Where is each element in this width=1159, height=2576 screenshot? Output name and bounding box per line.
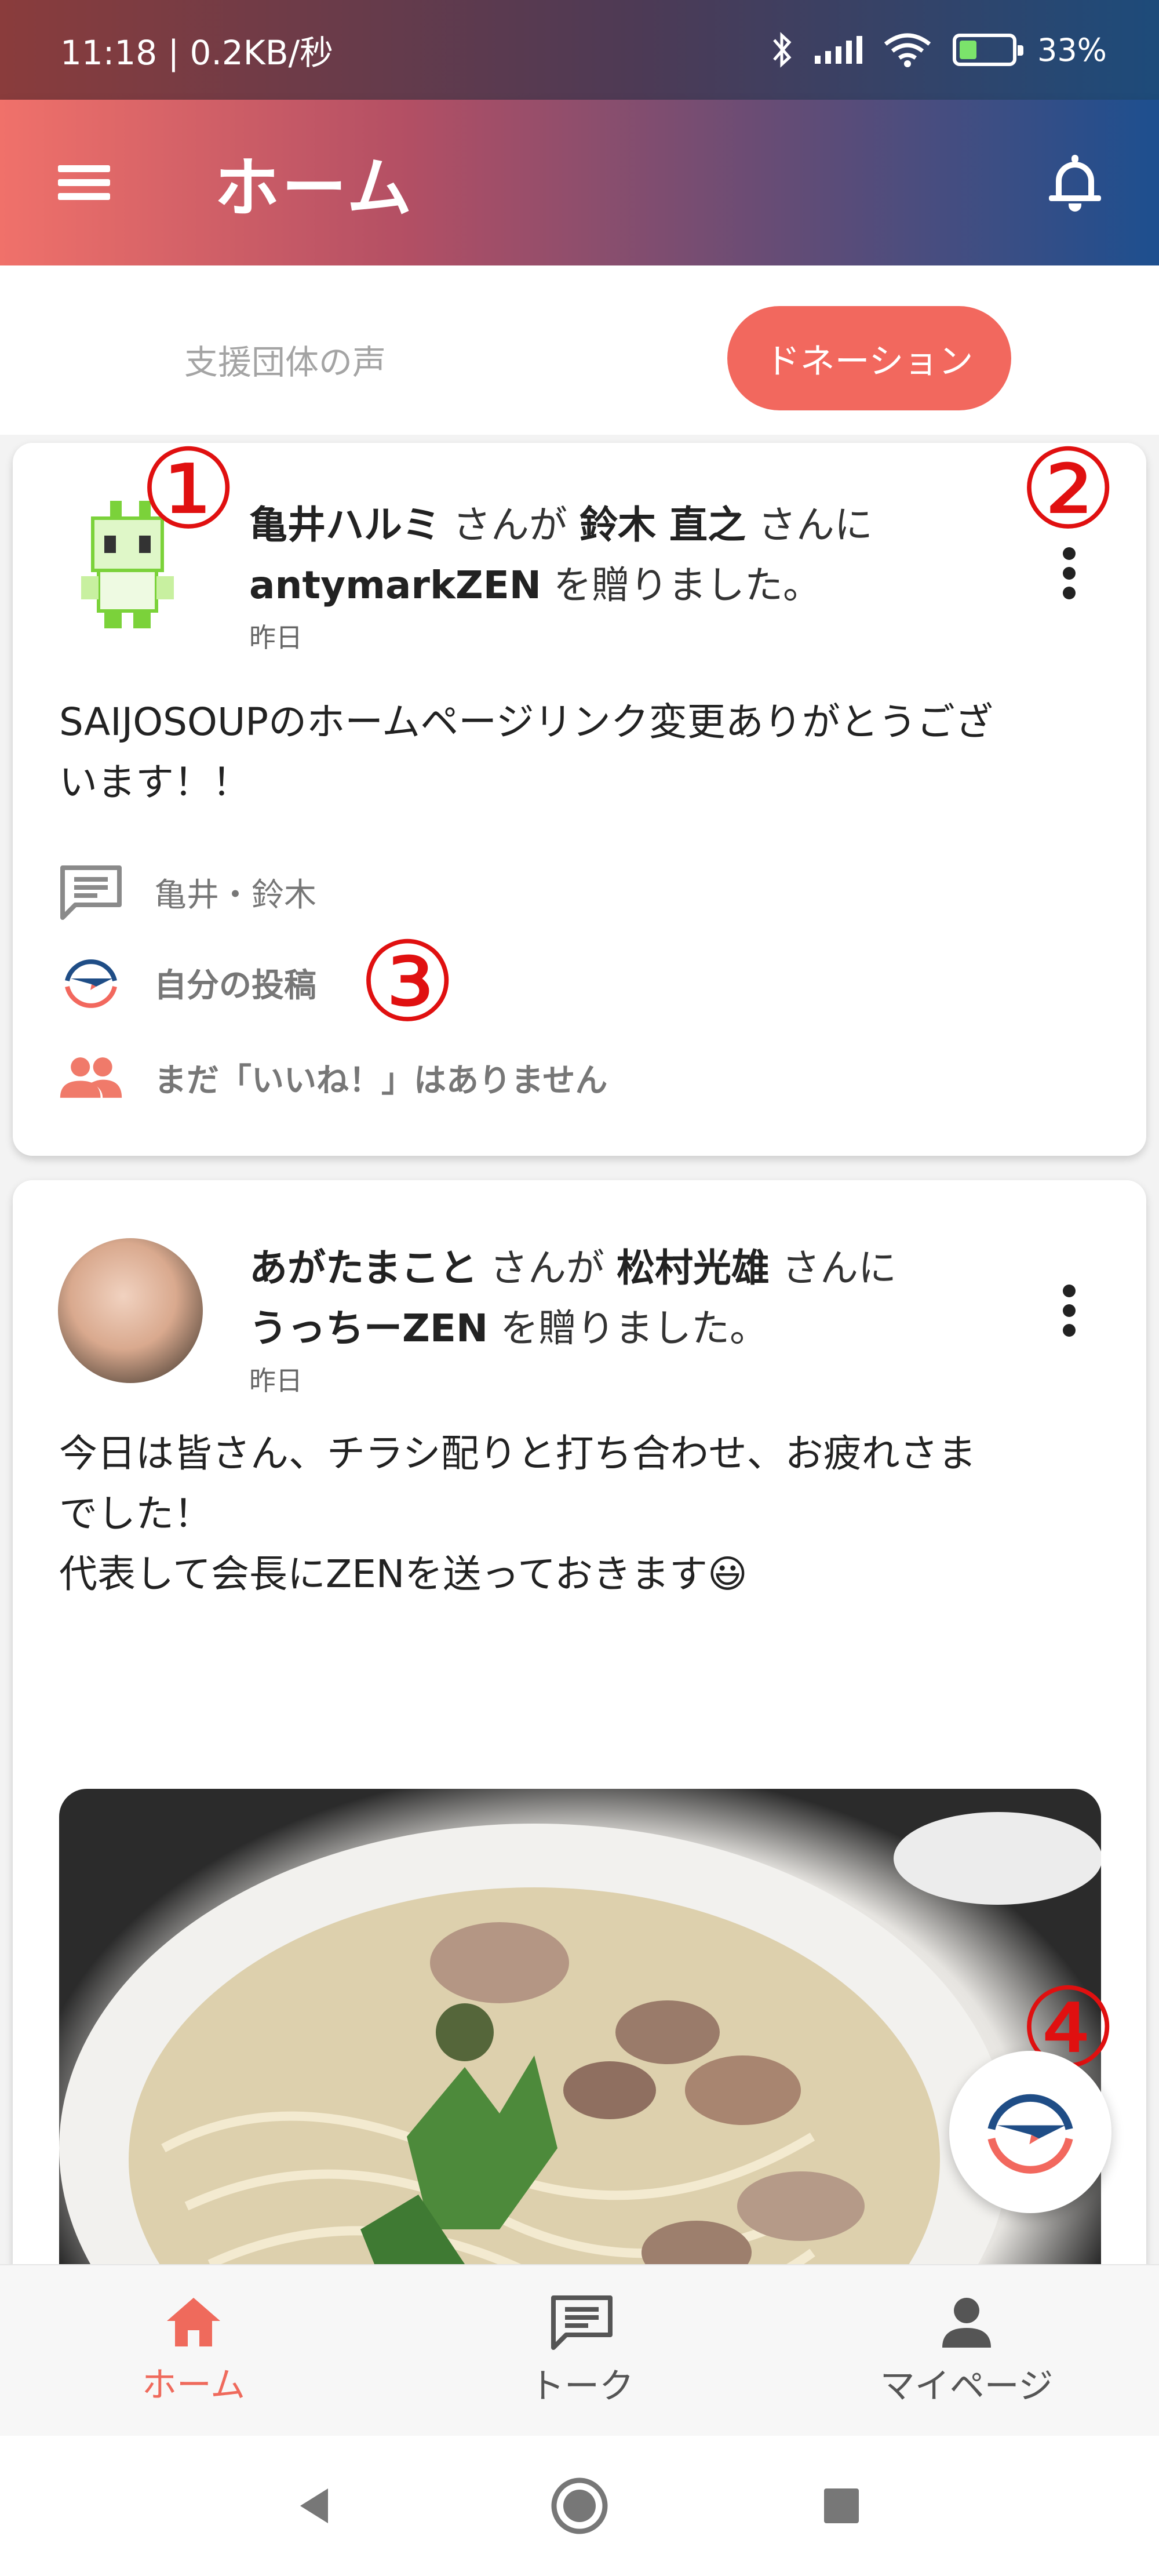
chat-icon (551, 2295, 613, 2350)
battery-icon (952, 34, 1023, 66)
page-title: ホーム (214, 151, 414, 226)
person-icon (942, 2297, 991, 2348)
status-time: 11:18 | 0.2KB/秒 (60, 33, 334, 72)
likes-row[interactable]: まだ「いいね！」はありません (59, 1051, 607, 1104)
more-vert-icon[interactable] (1063, 1285, 1077, 1337)
app-logo-icon (59, 956, 123, 1009)
system-navigation (0, 2436, 1159, 2576)
sender-name[interactable]: 亀井ハルミ (249, 503, 440, 547)
wifi-icon (884, 33, 931, 67)
menu-icon[interactable] (58, 162, 110, 203)
battery-level: 33% (1037, 31, 1107, 68)
feed[interactable]: 亀井ハルミ さんが 鈴木 直之 さんに antymarkZEN を贈りました。 … (0, 435, 1159, 2264)
gift-name: antymarkZEN (249, 563, 542, 607)
nav-home-label: ホーム (141, 2364, 246, 2406)
bottom-navigation: ホーム トーク マイページ (0, 2264, 1159, 2436)
annotation-marker-3: ③ (358, 918, 457, 1046)
app-bar: ホーム (0, 100, 1159, 265)
noodle-bowl-image (59, 1812, 1101, 2264)
post-photo[interactable] (59, 1789, 1101, 2264)
annotation-marker-2: ② (1019, 425, 1118, 554)
receiver-name[interactable]: 鈴木 直之 (580, 503, 746, 547)
status-bar: 11:18 | 0.2KB/秒 33% (0, 0, 1159, 100)
circle-home-icon[interactable] (533, 2436, 626, 2576)
home-icon (167, 2297, 220, 2346)
back-icon[interactable] (269, 2436, 362, 2576)
more-vert-icon[interactable] (1063, 547, 1077, 599)
gift-name: うっちーZEN (249, 1306, 489, 1351)
nav-talk-label: トーク (530, 2366, 634, 2407)
participants-text: 亀井・鈴木 (154, 876, 316, 914)
avatar[interactable] (58, 1238, 203, 1383)
app-logo-icon (987, 2094, 1073, 2174)
nav-mypage[interactable]: マイページ (822, 2265, 1111, 2437)
sender-name[interactable]: あがたまこと (249, 1246, 478, 1290)
post-headline: あがたまこと さんが 松村光雄 さんに うっちーZEN を贈りました。 (249, 1246, 896, 1351)
status-icons: 33% (771, 30, 1107, 70)
post-headline: 亀井ハルミ さんが 鈴木 直之 さんに antymarkZEN を贈りました。 (249, 503, 873, 607)
chat-icon (59, 865, 123, 920)
post-date: 昨日 (249, 622, 302, 653)
post-message: 今日は皆さん、チラシ配りと打ち合わせ、お疲れさま でした！ 代表して会長にZEN… (59, 1431, 976, 1596)
own-post-row: 自分の投稿 (59, 956, 316, 1009)
post-message: SAIJOSOUPのホームページリンク変更ありがとうござ います！！ (59, 700, 993, 805)
nav-home[interactable]: ホーム (49, 2265, 338, 2437)
new-post-fab[interactable] (949, 2051, 1111, 2213)
nav-mypage-label: マイページ (880, 2366, 1054, 2407)
tab-supporter-voices[interactable]: 支援団体の声 (184, 335, 386, 384)
tab-bar: 支援団体の声 ドネーション (0, 265, 1159, 435)
post-date: 昨日 (249, 1365, 302, 1396)
signal-icon (814, 36, 862, 64)
bell-icon[interactable] (1049, 154, 1101, 212)
likes-text: まだ「いいね！」はありません (154, 1061, 608, 1100)
own-post-label: 自分の投稿 (154, 966, 316, 1005)
receiver-name[interactable]: 松村光雄 (617, 1246, 770, 1290)
people-icon (59, 1051, 123, 1104)
bluetooth-icon (773, 32, 792, 68)
annotation-marker-1: ① (139, 425, 238, 554)
tab-donation[interactable]: ドネーション (727, 306, 1011, 410)
nav-talk[interactable]: トーク (437, 2265, 727, 2437)
square-recent-icon[interactable] (795, 2436, 888, 2576)
participants-row[interactable]: 亀井・鈴木 (59, 865, 316, 920)
